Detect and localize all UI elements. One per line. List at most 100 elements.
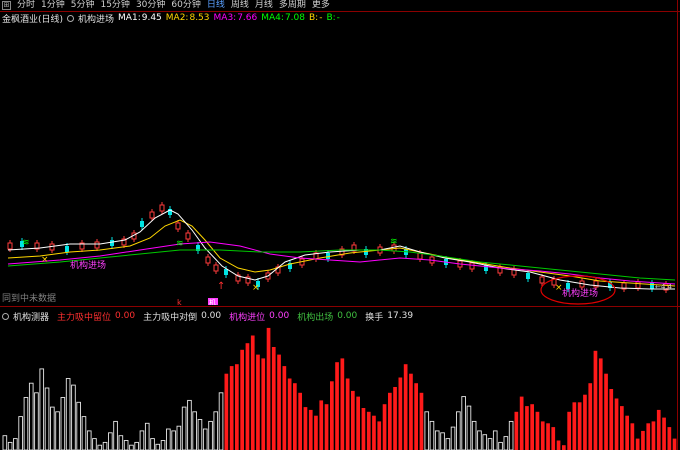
indicator-bar	[224, 373, 229, 450]
indicator-bar	[482, 434, 488, 450]
indicator-bar	[102, 441, 108, 450]
indicator-bar	[641, 430, 645, 450]
indicator-bar	[519, 396, 524, 450]
indicator-bar	[176, 425, 182, 450]
indicator-bar	[261, 358, 266, 450]
candle-body	[175, 222, 181, 230]
indicator-bar	[277, 354, 281, 450]
indicator-bar	[23, 397, 29, 450]
indicator-bar	[71, 384, 76, 450]
indicator-bar	[192, 411, 197, 450]
indicator-bar	[97, 444, 103, 450]
indicator-bar	[256, 354, 260, 450]
indicator-bar	[340, 358, 345, 450]
indicator-bar	[620, 406, 624, 450]
indicator-bar	[356, 396, 360, 450]
indicator-bar	[577, 402, 582, 450]
indicator-bar	[187, 399, 192, 450]
indicator-bar	[229, 366, 234, 450]
indicator-bar	[250, 335, 255, 450]
candle-body	[149, 211, 155, 219]
indicator-panel-name[interactable]: 机构测器	[13, 310, 49, 323]
green-marker-2: ≋	[176, 239, 184, 249]
item1-label: 主力吸中留位	[57, 312, 112, 323]
indicator-bar	[235, 364, 239, 450]
indicator-bar	[562, 445, 566, 450]
candle-body	[526, 273, 530, 279]
indicator-bar	[508, 420, 514, 450]
indicator-bar	[113, 420, 118, 450]
indicator-bar	[2, 435, 8, 450]
indicator-bar	[429, 420, 435, 450]
bottom-note: 同到中未数据	[2, 294, 57, 304]
indicator-bar	[409, 373, 413, 450]
candle-body	[7, 242, 13, 250]
indicator-bar	[498, 441, 503, 450]
indicator-bar	[319, 400, 324, 450]
indicator-bar	[150, 438, 155, 450]
candle-body	[94, 241, 100, 249]
indicator-bar	[287, 378, 292, 450]
item1-value: 0.00	[115, 311, 136, 321]
indicator-bar	[28, 382, 34, 450]
indicator-panel-header: 机构测器 主力吸中留位 0.00 主力吸中对倒 0.00 机构进位 0.00 机…	[2, 310, 417, 323]
green-markers: ≋ ≋ ≋	[22, 237, 398, 249]
indicator-bar	[604, 373, 608, 450]
signal-label-2: 机构进场	[562, 287, 598, 299]
indicator-bar	[503, 436, 509, 450]
indicator-bar	[672, 438, 677, 450]
indicator-bar	[567, 411, 571, 450]
indicator-bar	[123, 440, 129, 450]
indicator-bar	[50, 406, 55, 450]
indicator-bar	[551, 427, 556, 450]
indicator-bar	[525, 406, 529, 450]
indicator-bar	[477, 430, 482, 450]
indicator-bar	[60, 397, 66, 450]
indicator-bar	[646, 423, 651, 450]
signal-label-1: 机构进场	[70, 259, 106, 271]
indicator-bar	[298, 392, 302, 450]
indicator-panel-icon[interactable]	[2, 312, 9, 320]
indicator-bar	[440, 432, 445, 450]
candle-body	[469, 262, 475, 270]
candle-body	[159, 204, 165, 212]
item2-value: 0.00	[201, 311, 222, 321]
signal-x-2: ×	[252, 283, 260, 293]
item3-label: 机构进位	[229, 312, 266, 323]
signal-x-1: ×	[41, 255, 49, 265]
indicator-bar	[39, 368, 45, 450]
indicator-bar	[202, 428, 208, 450]
item2-label: 主力吸中对倒	[143, 312, 198, 323]
indicator-bar	[492, 430, 498, 450]
indicator-bar	[55, 411, 60, 450]
indicator-bar	[171, 430, 176, 450]
signal-x-3: ×	[555, 283, 563, 293]
indicator-bar	[139, 430, 145, 450]
indicator-bar	[609, 389, 614, 450]
candle-body	[185, 232, 191, 240]
candlestick-chart[interactable]: 机构进场 机构进场 机 k ↑ ←4.4 × × × ≋ ≋ ≋	[0, 0, 680, 305]
indicator-bar	[245, 343, 250, 450]
indicator-bar	[155, 443, 161, 450]
item4-label: 机构出场	[297, 312, 334, 323]
indicator-bar	[218, 392, 224, 450]
indicator-bar	[345, 378, 350, 450]
indicator-bar	[76, 401, 81, 450]
indicator-bar	[44, 387, 50, 450]
indicator-bar	[625, 415, 629, 450]
indicator-bar	[540, 421, 545, 450]
indicator-bar	[487, 438, 493, 450]
indicator-bar	[34, 392, 39, 450]
indicator-bar	[81, 416, 87, 450]
indicator-bar	[614, 398, 619, 450]
indicator-bar	[461, 396, 466, 450]
indicator-bar	[303, 407, 308, 450]
small-marker: k	[177, 298, 182, 305]
indicator-bar	[7, 441, 13, 450]
indicator-bar	[382, 404, 387, 450]
indicator-bar	[514, 411, 519, 450]
indicator-bar	[535, 411, 540, 450]
indicator-bar	[181, 406, 187, 450]
item4-value: 0.00	[337, 311, 358, 321]
indicator-bar	[556, 440, 561, 450]
